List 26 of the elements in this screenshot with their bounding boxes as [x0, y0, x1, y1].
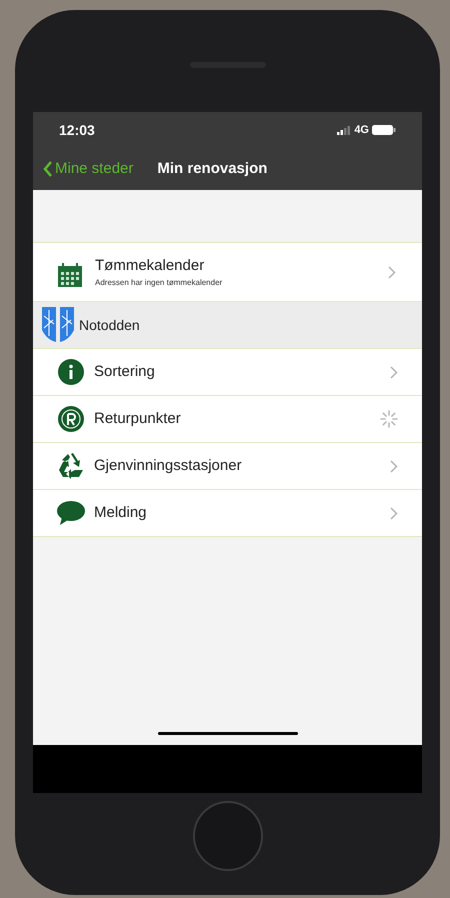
screen-title: Min renovasjon — [157, 158, 268, 179]
row-title: Gjenvinningsstasjoner — [94, 456, 243, 476]
signal-icon — [337, 126, 352, 134]
back-button[interactable]: Mine steder — [43, 158, 134, 180]
list-row[interactable]: Sortering — [33, 349, 422, 396]
chevron-right-icon — [388, 266, 396, 278]
status-time: 12:03 — [59, 120, 95, 140]
section-header: Notodden — [79, 316, 140, 334]
list-row[interactable]: Melding — [33, 490, 422, 537]
coat-of-arms-icon — [41, 306, 75, 344]
back-chevron-icon — [43, 160, 53, 178]
row-subtitle: Adressen har ingen tømmekalender — [95, 277, 224, 290]
row-title: Returpunkter — [94, 408, 182, 429]
calendar-icon — [57, 262, 83, 288]
list-row[interactable]: Gjenvinningsstasjoner — [33, 443, 422, 490]
row-title: Sortering — [94, 362, 156, 382]
list-row[interactable]: Tømmekalender Adressen har ingen tømmekalender — [33, 243, 422, 302]
speech-bubble-icon — [57, 500, 85, 526]
row-title: Tømmekalender — [95, 256, 206, 276]
row-title: Melding — [94, 502, 148, 523]
battery-icon — [372, 125, 396, 135]
info-icon — [58, 359, 84, 385]
network-label: 4G — [354, 122, 369, 138]
recycle-icon — [57, 453, 85, 479]
return-point-icon — [58, 406, 84, 432]
list-row[interactable]: Returpunkter — [33, 396, 422, 443]
